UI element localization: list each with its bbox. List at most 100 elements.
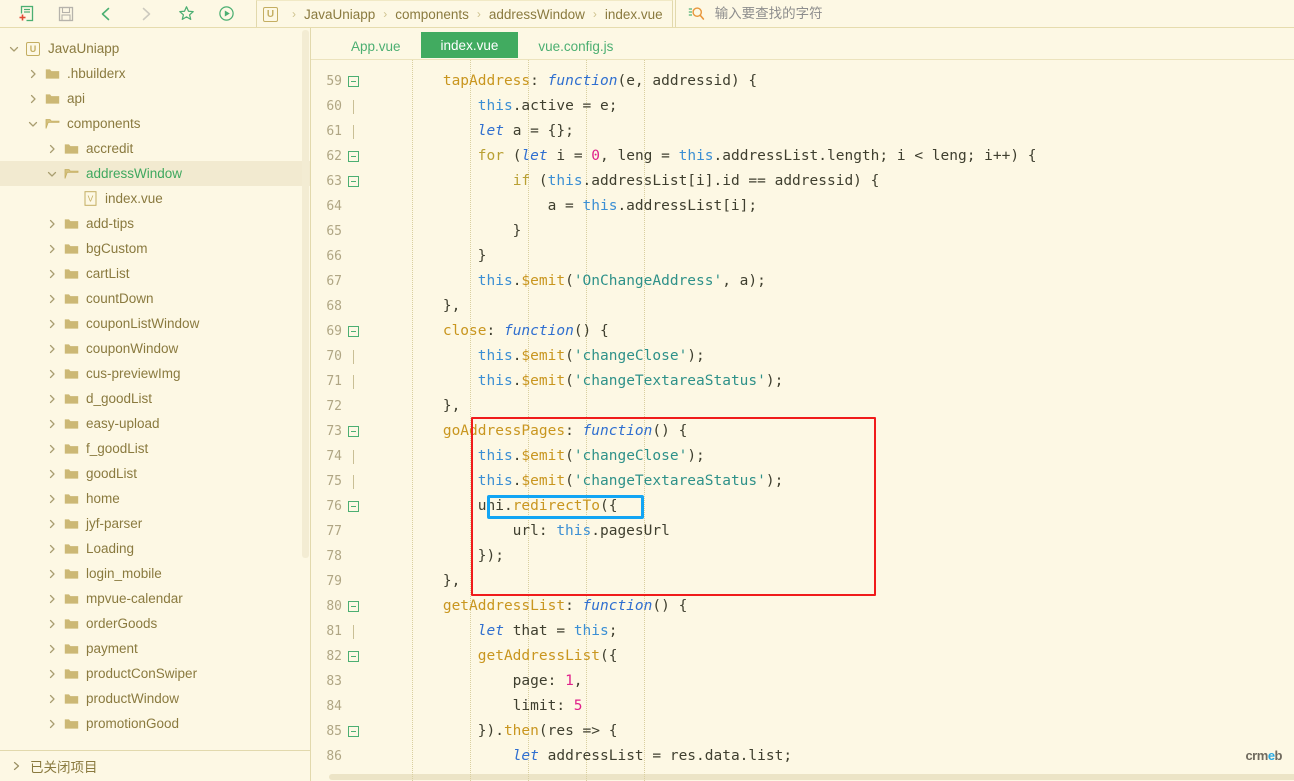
tree-item-jyf-parser[interactable]: jyf-parser [0,511,310,536]
chevron-down-icon[interactable] [6,44,22,54]
code-line[interactable]: this.$emit('OnChangeAddress', a); [363,269,1294,294]
code-content[interactable]: tapAddress: function(e, addressid) { thi… [363,60,1294,781]
chevron-right-icon[interactable] [25,69,41,79]
tree-item-home[interactable]: home [0,486,310,511]
tree-item--hbuilderx[interactable]: .hbuilderx [0,61,310,86]
code-line[interactable]: } [363,219,1294,244]
code-line[interactable]: goAddressPages: function() { [363,419,1294,444]
search-input[interactable] [714,6,1294,21]
line-number-gutter[interactable]: 59 60 61 62 63 64 65 66 67 68 69 70 71 72 73 74 75 76 77 78… [311,60,363,781]
chevron-right-icon[interactable] [44,294,60,304]
tree-item-api[interactable]: api [0,86,310,111]
chevron-right-icon[interactable] [44,419,60,429]
tree-item-countdown[interactable]: countDown [0,286,310,311]
fold-collapse-icon[interactable] [348,176,359,187]
breadcrumb-item-file[interactable]: index.vue [604,7,664,22]
chevron-right-icon[interactable] [44,619,60,629]
code-line[interactable]: page: 1, [363,669,1294,694]
chevron-right-icon[interactable] [44,669,60,679]
chevron-right-icon[interactable] [44,719,60,729]
code-line[interactable]: let that = this; [363,619,1294,644]
code-line[interactable]: let a = {}; [363,119,1294,144]
code-line[interactable]: }).then(res => { [363,719,1294,744]
chevron-down-icon[interactable] [25,119,41,129]
tree-item-f-goodlist[interactable]: f_goodList [0,436,310,461]
tree-item-ordergoods[interactable]: orderGoods [0,611,310,636]
back-icon[interactable] [86,0,126,27]
tree-item-index-vue[interactable]: Vindex.vue [0,186,310,211]
code-line[interactable]: this.$emit('changeTextareaStatus'); [363,469,1294,494]
chevron-right-icon[interactable] [44,694,60,704]
chevron-right-icon[interactable] [44,144,60,154]
code-line[interactable]: this.$emit('changeClose'); [363,444,1294,469]
tree-item-goodlist[interactable]: goodList [0,461,310,486]
fold-collapse-icon[interactable] [348,426,359,437]
fold-collapse-icon[interactable] [348,651,359,662]
chevron-right-icon[interactable] [44,344,60,354]
code-line[interactable]: this.$emit('changeTextareaStatus'); [363,369,1294,394]
editor-tab-vue-config-js[interactable]: vue.config.js [518,30,633,62]
chevron-right-icon[interactable] [44,369,60,379]
tree-item-loading[interactable]: Loading [0,536,310,561]
tree-item-cartlist[interactable]: cartList [0,261,310,286]
code-line[interactable]: for (let i = 0, leng = this.addressList.… [363,144,1294,169]
tree-item-promotiongood[interactable]: promotionGood [0,711,310,736]
chevron-right-icon[interactable] [44,269,60,279]
project-file-tree[interactable]: U JavaUniapp .hbuilderx api components accred… [0,28,310,750]
chevron-right-icon[interactable] [44,244,60,254]
editor-hscroll-thumb[interactable] [329,774,1294,780]
chevron-right-icon[interactable] [44,519,60,529]
chevron-right-icon[interactable] [44,494,60,504]
run-preview-icon[interactable] [206,0,246,27]
code-line[interactable]: } [363,244,1294,269]
chevron-down-icon[interactable] [44,169,60,179]
tree-item-bgcustom[interactable]: bgCustom [0,236,310,261]
chevron-right-icon[interactable] [44,544,60,554]
chevron-right-icon[interactable] [44,469,60,479]
editor-tab-index-vue[interactable]: index.vue [420,32,519,58]
new-file-icon[interactable] [6,0,46,27]
code-line[interactable]: }); [363,544,1294,569]
editor-horizontal-scrollbar[interactable] [311,773,1294,781]
breadcrumb-item-components[interactable]: components [394,7,470,22]
fold-collapse-icon[interactable] [348,726,359,737]
tree-item-productwindow[interactable]: productWindow [0,686,310,711]
fold-collapse-icon[interactable] [348,151,359,162]
sidebar-scrollbar-thumb[interactable] [302,30,309,558]
code-line[interactable]: }, [363,294,1294,319]
chevron-right-icon[interactable] [44,319,60,329]
fold-collapse-icon[interactable] [348,501,359,512]
chevron-right-icon[interactable] [25,94,41,104]
tree-item-couponlistwindow[interactable]: couponListWindow [0,311,310,336]
tree-item-d-goodlist[interactable]: d_goodList [0,386,310,411]
tree-item-cus-previewimg[interactable]: cus-previewImg [0,361,310,386]
tree-item-accredit[interactable]: accredit [0,136,310,161]
chevron-right-icon[interactable] [44,569,60,579]
tree-item-couponwindow[interactable]: couponWindow [0,336,310,361]
breadcrumb-item-addresswindow[interactable]: addressWindow [488,7,586,22]
bookmark-star-icon[interactable] [166,0,206,27]
code-line[interactable]: getAddressList({ [363,644,1294,669]
chevron-right-icon[interactable] [44,444,60,454]
code-line[interactable]: limit: 5 [363,694,1294,719]
tree-item-add-tips[interactable]: add-tips [0,211,310,236]
fold-collapse-icon[interactable] [348,326,359,337]
search-icon[interactable] [688,6,705,22]
chevron-right-icon[interactable] [44,394,60,404]
fold-collapse-icon[interactable] [348,601,359,612]
code-line[interactable]: this.$emit('changeClose'); [363,344,1294,369]
tree-item-mpvue-calendar[interactable]: mpvue-calendar [0,586,310,611]
editor-tab-app-vue[interactable]: App.vue [331,30,421,62]
code-line[interactable]: getAddressList: function() { [363,594,1294,619]
tree-item-payment[interactable]: payment [0,636,310,661]
code-line[interactable]: uni.redirectTo({ [363,494,1294,519]
code-line[interactable]: tapAddress: function(e, addressid) { [363,69,1294,94]
tree-item-javauniapp[interactable]: U JavaUniapp [0,36,310,61]
tree-item-login-mobile[interactable]: login_mobile [0,561,310,586]
chevron-right-icon[interactable] [44,219,60,229]
tree-item-productconswiper[interactable]: productConSwiper [0,661,310,686]
code-line[interactable]: let addressList = res.data.list; [363,744,1294,769]
chevron-right-icon[interactable] [44,594,60,604]
save-icon[interactable] [46,0,86,27]
forward-icon[interactable] [126,0,166,27]
